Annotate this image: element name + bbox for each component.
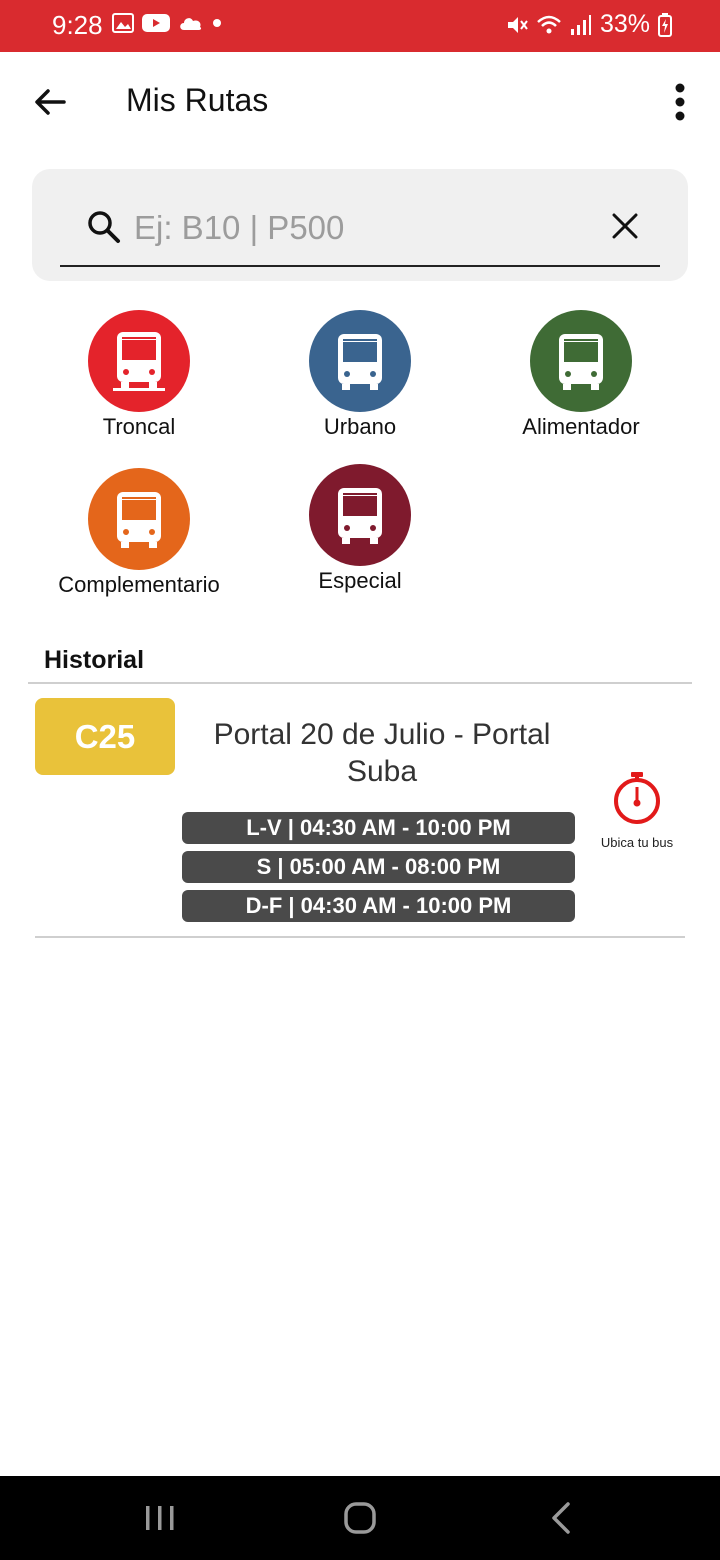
schedule-saturday: S | 05:00 AM - 08:00 PM [182, 851, 575, 883]
route-name: Portal 20 de Julio - Portal Suba [213, 718, 551, 788]
image-icon [112, 13, 134, 33]
divider [35, 936, 685, 938]
bus-icon [338, 334, 382, 390]
category-circle [88, 468, 190, 570]
home-icon[interactable] [340, 1498, 380, 1538]
category-circle [530, 310, 632, 412]
category-troncal[interactable]: Troncal [29, 310, 249, 440]
battery-percent: 33% [599, 10, 650, 38]
status-bar: 9:28 33% [0, 0, 720, 52]
schedule-sunday-holiday: D-F | 04:30 AM - 10:00 PM [182, 890, 575, 922]
signal-icon [570, 14, 591, 35]
category-label: Urbano [323, 414, 397, 439]
locate-bus-label: Ubica tu bus [600, 835, 674, 850]
schedule-weekdays: L-V | 04:30 AM - 10:00 PM [182, 812, 575, 844]
wifi-icon [537, 15, 561, 33]
more-vertical-icon[interactable] [670, 82, 690, 122]
locate-bus-button[interactable]: Ubica tu bus [592, 770, 682, 850]
category-label: Especial [318, 568, 402, 593]
bus-icon [559, 334, 603, 390]
category-urbano[interactable]: Urbano [250, 310, 470, 440]
recent-apps-icon[interactable] [140, 1498, 180, 1538]
cloud-icon [180, 18, 202, 30]
category-especial[interactable]: Especial [250, 464, 470, 594]
dot-icon [213, 19, 221, 27]
search-input[interactable] [132, 205, 596, 251]
battery-charging-icon [658, 12, 672, 37]
bus-icon [338, 488, 382, 544]
history-item[interactable]: C25 Portal 20 de Julio - Portal Suba L-V… [0, 684, 720, 936]
system-nav-bar [0, 1476, 720, 1560]
category-label: Troncal [102, 414, 176, 439]
category-circle [88, 310, 190, 412]
route-code: C25 [74, 717, 136, 755]
page-title: Mis Rutas [126, 82, 269, 118]
search-underline [60, 265, 660, 267]
category-complementario[interactable]: Complementario [29, 468, 249, 598]
history-title: Historial [44, 646, 145, 674]
bus-icon [117, 492, 161, 548]
back-arrow-icon[interactable] [30, 82, 70, 122]
notification-icons [112, 13, 222, 33]
stopwatch-icon [614, 772, 660, 824]
search-icon [88, 211, 120, 243]
category-circle [309, 310, 411, 412]
mute-icon [507, 16, 528, 33]
route-code-badge: C25 [35, 698, 175, 775]
route-categories: Troncal Urbano Alimentador Complementari… [0, 300, 720, 620]
status-time: 9:28 [52, 10, 103, 40]
system-status: 33% [506, 10, 672, 39]
category-label: Alimentador [522, 414, 640, 439]
youtube-icon [142, 14, 170, 32]
search-card [32, 169, 688, 281]
close-icon[interactable] [610, 211, 640, 241]
category-circle [309, 464, 411, 566]
app-bar: Mis Rutas [0, 52, 720, 152]
category-label: Complementario [58, 572, 220, 597]
back-chevron-icon[interactable] [542, 1498, 582, 1538]
category-alimentador[interactable]: Alimentador [471, 310, 691, 440]
bus-icon [113, 332, 165, 391]
